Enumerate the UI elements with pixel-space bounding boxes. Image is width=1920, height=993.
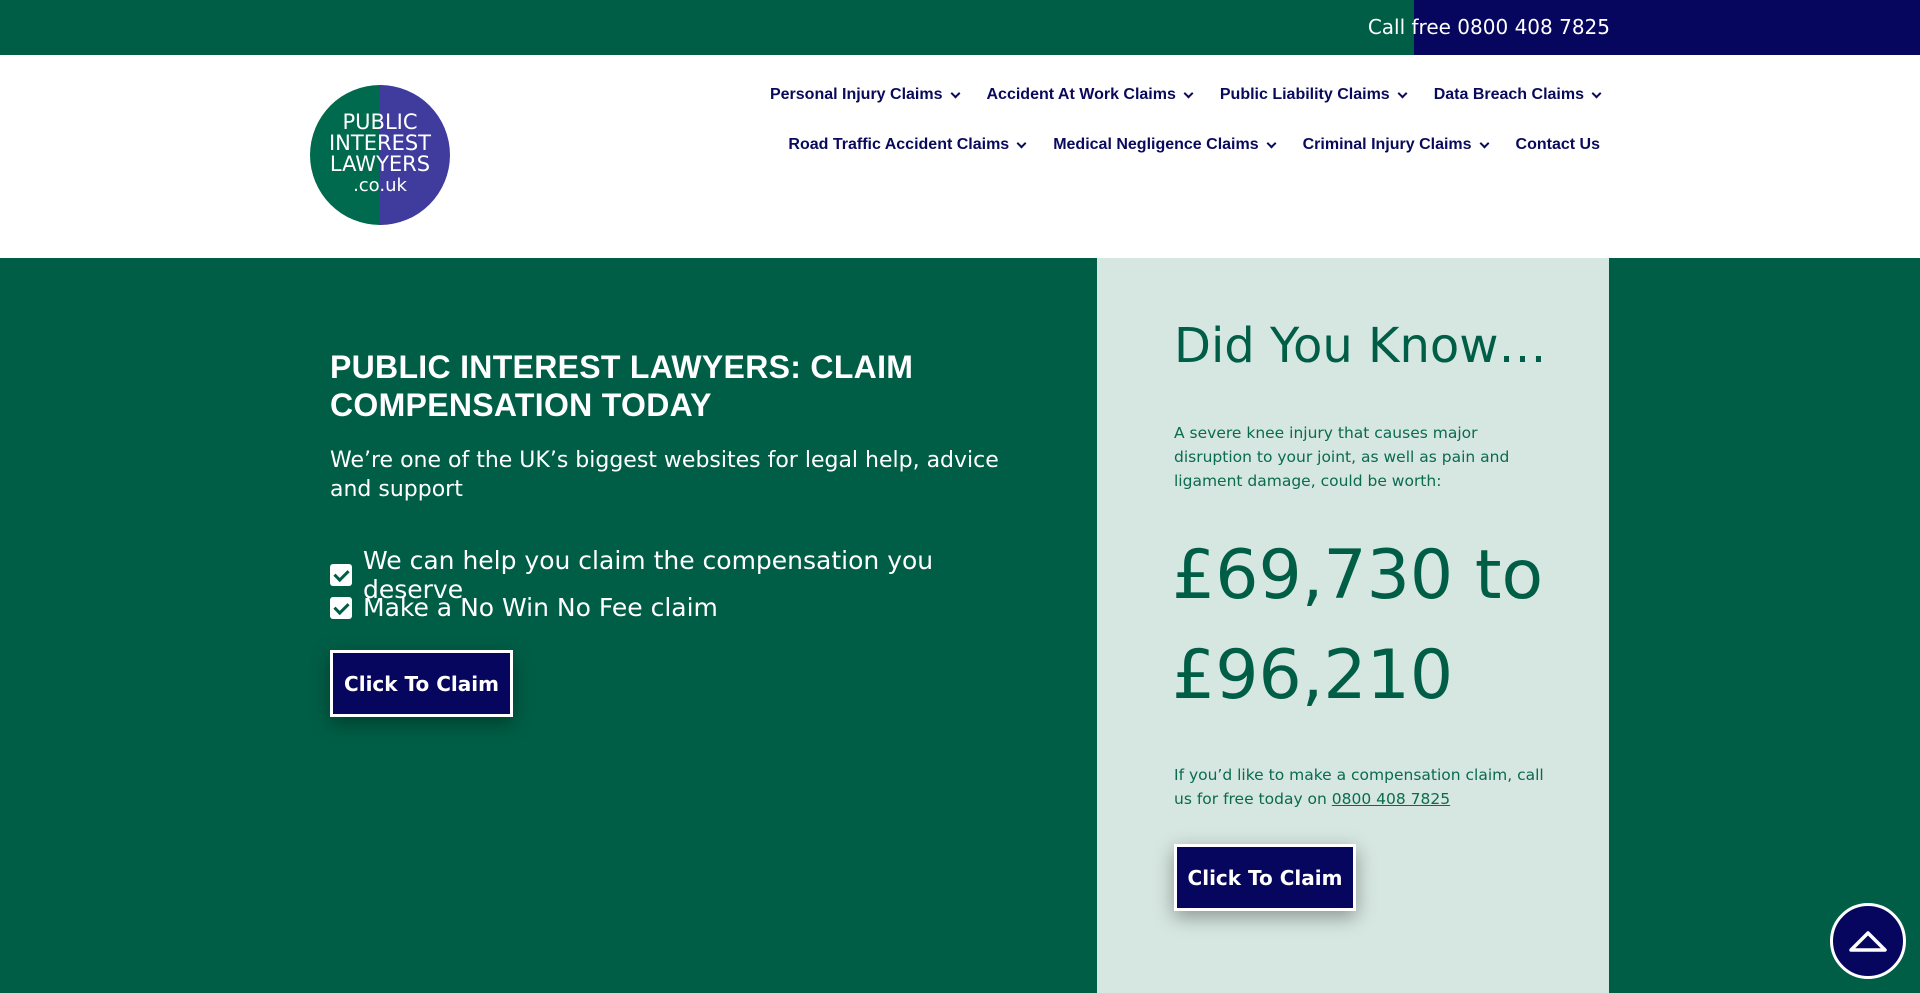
amount-line-1: £69,730 to [1172,536,1544,615]
nav-label: Personal Injury Claims [769,86,943,103]
chevron-down-icon [1183,88,1194,98]
click-to-claim-button[interactable]: Click To Claim [330,650,513,717]
nav-public-liability-claims[interactable]: Public Liability Claims [1219,85,1408,105]
chevron-down-icon [1591,88,1602,98]
nav-data-breach-claims[interactable]: Data Breach Claims [1433,85,1602,105]
hero-section: PUBLIC INTEREST LAWYERS: CLAIM COMPENSAT… [0,258,1920,993]
top-bar-phone[interactable]: Call free 0800 408 7825 [1368,0,1610,55]
site-logo[interactable]: PUBLIC INTEREST LAWYERS .co.uk [310,85,450,225]
logo-line-1: PUBLIC [342,110,418,134]
nav-accident-at-work-claims[interactable]: Accident At Work Claims [986,85,1194,105]
phone-link[interactable]: 0800 408 7825 [1332,790,1450,808]
click-to-claim-button-secondary[interactable]: Click To Claim [1174,844,1356,911]
nav-personal-injury-claims[interactable]: Personal Injury Claims [769,85,960,105]
benefit-item: We can help you claim the compensation y… [330,546,1030,604]
amount-line-2: £96,210 [1172,636,1454,715]
nav-label: Accident At Work Claims [986,86,1176,103]
chevron-down-icon [1266,138,1277,148]
checkbox-checked-icon [330,563,352,586]
logo-line-4: .co.uk [353,175,407,196]
nav-contact-us[interactable]: Contact Us [1516,135,1600,155]
nav-label: Public Liability Claims [1219,86,1390,103]
nav-label: Criminal Injury Claims [1302,136,1472,153]
top-bar: Call free 0800 408 7825 [0,0,1920,55]
nav-label: Medical Negligence Claims [1053,136,1259,153]
nav-label: Road Traffic Accident Claims [788,136,1010,153]
nav-criminal-injury-claims[interactable]: Criminal Injury Claims [1302,135,1489,155]
did-you-know-panel: Did You Know… A severe knee injury that … [1097,258,1609,993]
scroll-to-top-button[interactable] [1830,903,1906,979]
chevron-down-icon [1479,138,1489,148]
benefit-list: We can help you claim the compensation y… [330,546,1030,624]
logo-line-3: LAWYERS [329,152,431,176]
site-header: PUBLIC INTEREST LAWYERS .co.uk Personal … [0,55,1920,258]
compensation-amount: £69,730 to £96,210 [1172,526,1543,726]
chevron-down-icon [1397,88,1408,98]
nav-road-traffic-accident-claims[interactable]: Road Traffic Accident Claims [788,135,1027,155]
chevron-down-icon [1016,138,1027,148]
nav-row-2: Road Traffic Accident Claims Medical Neg… [700,135,1600,155]
main-nav: Personal Injury Claims Accident At Work … [700,85,1602,155]
chevron-up-icon [1849,931,1887,952]
nav-label: Data Breach Claims [1433,86,1584,103]
did-you-know-body: A severe knee injury that causes major d… [1174,424,1510,490]
hero-subtitle: We’re one of the UK’s biggest websites f… [330,448,999,502]
nav-medical-negligence-claims[interactable]: Medical Negligence Claims [1053,135,1277,155]
nav-row-1: Personal Injury Claims Accident At Work … [700,85,1602,105]
hero-content: PUBLIC INTEREST LAWYERS: CLAIM COMPENSAT… [330,348,1030,717]
did-you-know-title: Did You Know… [1174,318,1547,374]
chevron-down-icon [950,88,960,98]
checkbox-checked-icon [330,596,352,619]
nav-label: Contact Us [1515,136,1600,153]
page-title: PUBLIC INTEREST LAWYERS: CLAIM COMPENSAT… [330,349,914,423]
benefit-text: Make a No Win No Fee claim [363,593,718,622]
did-you-know-cta: If you’d like to make a compensation cla… [1174,763,1554,811]
logo-line-2: INTEREST [328,131,432,155]
